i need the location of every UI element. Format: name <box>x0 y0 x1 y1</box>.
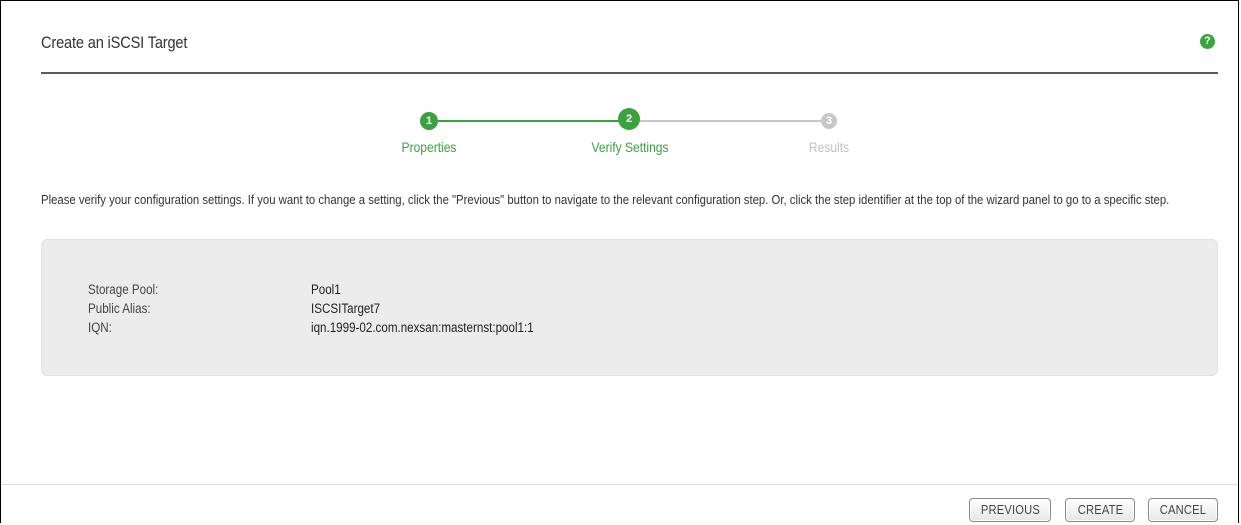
setting-row-storage-pool: Storage Pool: Pool1 <box>42 282 1217 300</box>
help-icon[interactable]: ? <box>1200 34 1215 49</box>
previous-button-label: PREVIOUS <box>980 502 1040 517</box>
create-button-label: CREATE <box>1077 502 1123 517</box>
setting-value: iqn.1999-02.com.nexsan:masternst:pool1:1 <box>311 320 534 335</box>
dialog-footer: PREVIOUS CREATE CANCEL <box>1 484 1238 525</box>
step-1-indicator[interactable]: 1 <box>420 112 438 130</box>
cancel-button-label: CANCEL <box>1159 502 1207 517</box>
setting-row-iqn: IQN: iqn.1999-02.com.nexsan:masternst:po… <box>42 320 1217 338</box>
step-3-label: Results <box>808 139 850 155</box>
step-1-label[interactable]: Properties <box>402 139 457 155</box>
step-connector-1-2 <box>438 120 630 122</box>
setting-value: ISCSITarget7 <box>311 301 381 316</box>
setting-label: Public Alias: <box>88 301 151 316</box>
create-button[interactable]: CREATE <box>1065 498 1135 522</box>
dialog-header: Create an iSCSI Target ? <box>41 27 1218 74</box>
step-2-label[interactable]: Verify Settings <box>592 139 669 155</box>
setting-label: IQN: <box>88 320 112 335</box>
cancel-button[interactable]: CANCEL <box>1148 498 1218 522</box>
step-2-indicator[interactable]: 2 <box>618 108 640 130</box>
step-connector-2-3 <box>638 120 824 122</box>
previous-button[interactable]: PREVIOUS <box>969 498 1051 522</box>
instructions-text: Please verify your configuration setting… <box>41 192 1170 207</box>
dialog-title: Create an iSCSI Target <box>41 33 188 52</box>
settings-summary-panel: Storage Pool: Pool1 Public Alias: ISCSIT… <box>41 239 1218 376</box>
dialog-frame: Create an iSCSI Target ? 1 2 3 Propertie… <box>0 0 1239 523</box>
setting-row-public-alias: Public Alias: ISCSITarget7 <box>42 301 1217 319</box>
wizard-steps: 1 2 3 Properties Verify Settings Results <box>391 108 871 159</box>
setting-label: Storage Pool: <box>88 282 159 297</box>
step-3-indicator[interactable]: 3 <box>821 113 837 129</box>
setting-value: Pool1 <box>311 282 341 297</box>
